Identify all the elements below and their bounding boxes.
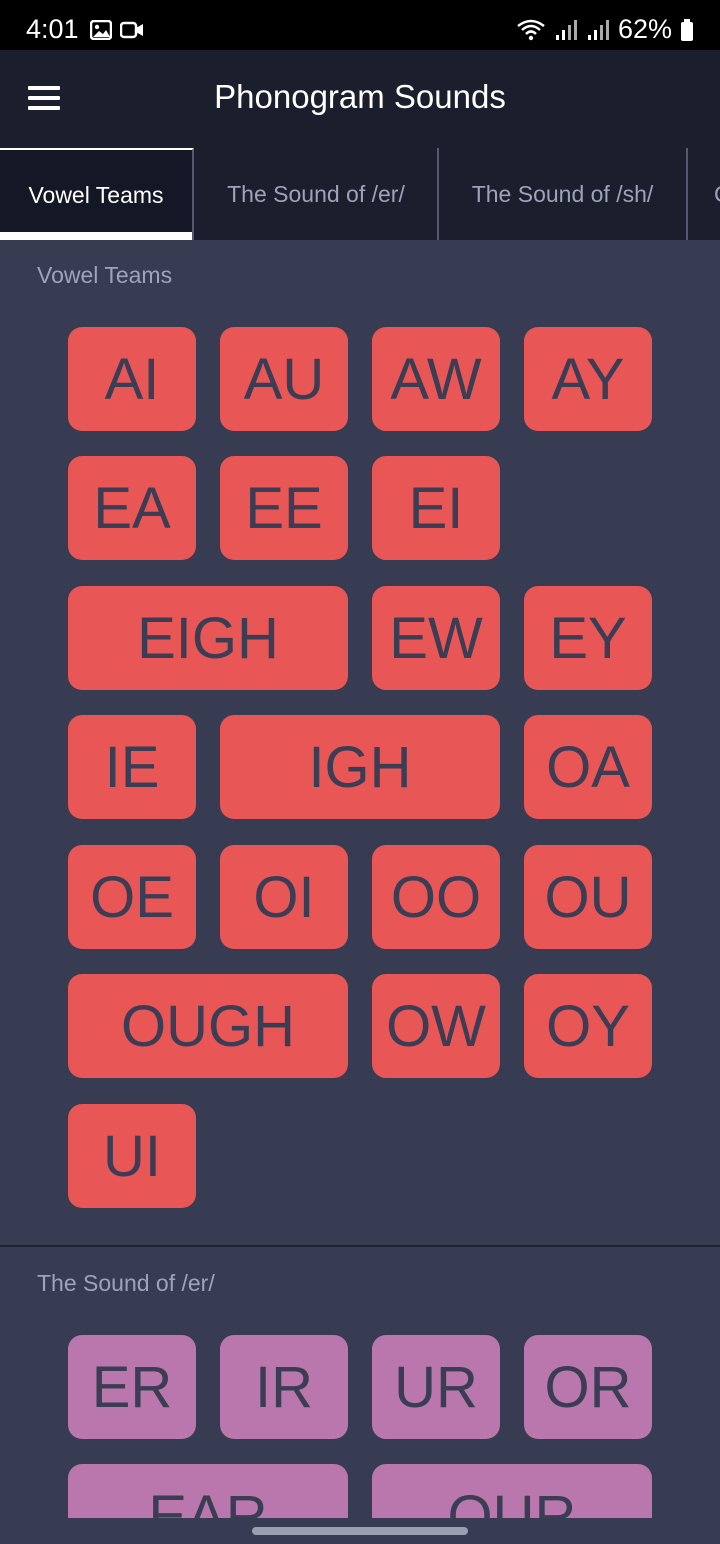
tab-bar: Vowel Teams The Sound of /er/ The Sound … xyxy=(0,148,720,240)
tab-sound-er[interactable]: The Sound of /er/ xyxy=(194,148,438,240)
phonogram-tile[interactable]: IE xyxy=(68,715,196,819)
phonogram-tile[interactable]: EA xyxy=(68,456,196,560)
signal-icon xyxy=(587,19,609,40)
phonogram-tile[interactable]: EW xyxy=(372,586,500,690)
battery-icon xyxy=(681,18,693,41)
status-time: 4:01 xyxy=(26,14,79,44)
battery-percentage: 62% xyxy=(617,14,672,44)
phonogram-tile[interactable]: UI xyxy=(68,1104,196,1208)
phonogram-tile[interactable]: IGH xyxy=(220,715,500,819)
tab-next[interactable]: C xyxy=(688,148,720,240)
section-divider xyxy=(0,1245,720,1247)
phonogram-tile[interactable]: OU xyxy=(524,845,652,949)
signal-icon xyxy=(555,19,577,40)
phonogram-tile[interactable]: OUGH xyxy=(68,974,348,1078)
phonogram-tile[interactable]: OR xyxy=(524,1335,652,1439)
phonogram-tile[interactable]: AY xyxy=(524,327,652,431)
phonogram-tile[interactable]: EE xyxy=(220,456,348,560)
section-title-sound-er: The Sound of /er/ xyxy=(37,1270,215,1296)
phonogram-tile[interactable]: OW xyxy=(372,974,500,1078)
phonogram-tile[interactable]: EIGH xyxy=(68,586,348,690)
phonogram-tile[interactable]: OY xyxy=(524,974,652,1078)
phonogram-tile[interactable]: EI xyxy=(372,456,500,560)
section-title-vowel-teams: Vowel Teams xyxy=(37,262,173,288)
phonogram-tile[interactable]: OE xyxy=(68,845,196,949)
phonogram-tile[interactable]: OUR xyxy=(372,1464,652,1518)
phonogram-tile[interactable]: OA xyxy=(524,715,652,819)
phonogram-tile[interactable]: AI xyxy=(68,327,196,431)
gallery-icon xyxy=(90,20,112,40)
phonogram-tile[interactable]: EAR xyxy=(68,1464,348,1518)
phonogram-tile[interactable]: EY xyxy=(524,586,652,690)
phonogram-tile[interactable]: AU xyxy=(220,327,348,431)
phonogram-tile[interactable]: IR xyxy=(220,1335,348,1439)
app-bar: Phonogram Sounds xyxy=(0,50,720,148)
status-bar: 4:01 62% xyxy=(0,0,720,50)
phonogram-tile[interactable]: AW xyxy=(372,327,500,431)
scroll-content-clip: ER IR UR OR EAR OUR xyxy=(0,1300,720,1518)
video-camera-icon xyxy=(120,21,143,39)
tab-vowel-teams[interactable]: Vowel Teams xyxy=(0,148,194,240)
home-indicator[interactable] xyxy=(252,1527,468,1535)
page-title: Phonogram Sounds xyxy=(214,78,506,115)
status-notification-icons xyxy=(90,20,144,40)
tab-sound-sh[interactable]: The Sound of /sh/ xyxy=(439,148,686,240)
wifi-icon xyxy=(517,19,545,40)
phonogram-tile[interactable]: ER xyxy=(68,1335,196,1439)
phonogram-tile[interactable]: UR xyxy=(372,1335,500,1439)
phonogram-tile[interactable]: OI xyxy=(220,845,348,949)
status-system-icons: 62% xyxy=(516,14,694,45)
phonogram-tile[interactable]: OO xyxy=(372,845,500,949)
